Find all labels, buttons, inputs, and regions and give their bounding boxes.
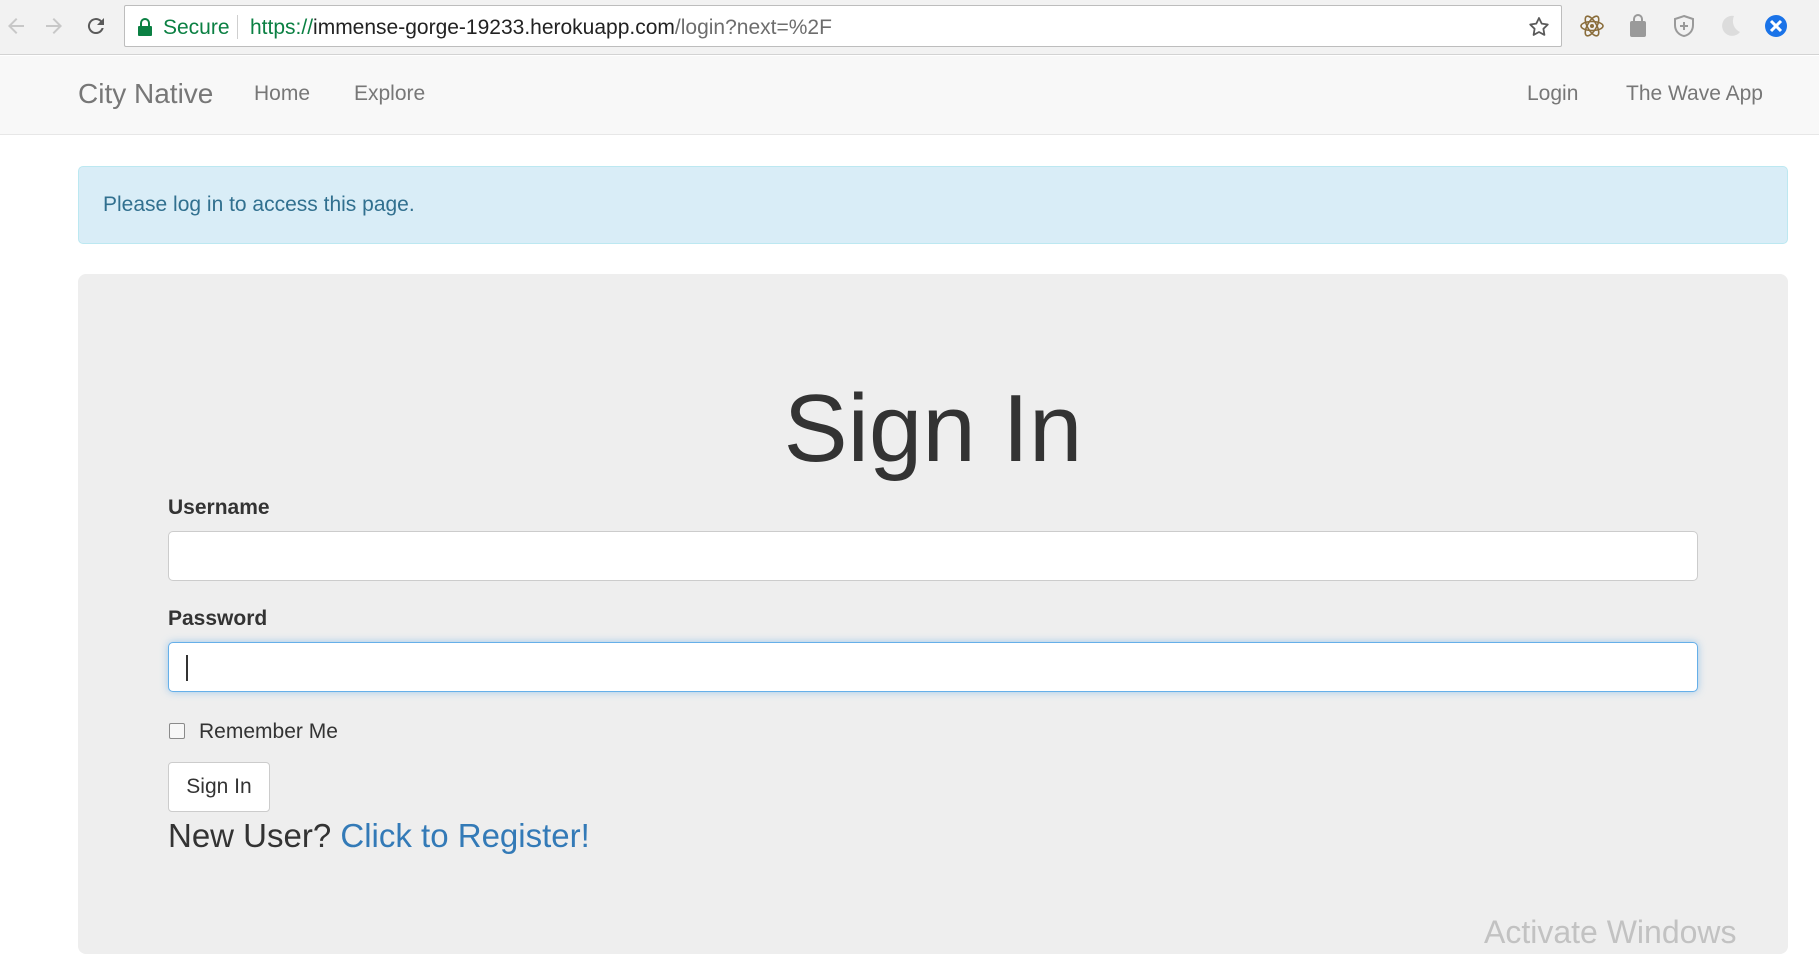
sign-in-button[interactable]: Sign In [168, 762, 270, 812]
alert-message: Please log in to access this page. [103, 193, 415, 216]
page-title: Sign In [783, 375, 1083, 482]
info-alert: Please log in to access this page. [78, 166, 1788, 244]
shopping-bag-icon[interactable] [1624, 12, 1652, 40]
site-navbar: City Native Home Explore Login The Wave … [0, 56, 1819, 135]
text-caret [186, 655, 188, 681]
password-input[interactable] [168, 642, 1698, 692]
crescent-icon[interactable] [1716, 12, 1744, 40]
password-label: Password [168, 607, 268, 630]
remember-me-checkbox[interactable] [169, 723, 185, 739]
url-host: immense-gorge-19233.herokuapp.com [313, 16, 675, 39]
shield-icon[interactable] [1670, 12, 1698, 40]
remember-me-label[interactable]: Remember Me [199, 720, 338, 744]
nav-link-home[interactable]: Home [254, 82, 310, 106]
lock-icon [138, 18, 152, 36]
secure-label: Secure [163, 16, 230, 39]
username-label: Username [168, 496, 270, 519]
browser-toolbar: Secure https://immense-gorge-19233.herok… [0, 0, 1819, 55]
reload-icon[interactable] [80, 10, 112, 42]
blue-circle-icon[interactable] [1762, 12, 1790, 40]
address-bar[interactable]: Secure https://immense-gorge-19233.herok… [124, 5, 1562, 47]
register-prompt: New User? [168, 817, 332, 854]
url-path: /login?next=%2F [674, 16, 832, 39]
sign-in-panel: Sign In Username Password Remember Me Si… [78, 274, 1788, 954]
address-separator [237, 15, 238, 39]
username-input[interactable] [168, 531, 1698, 581]
register-prompt-line: New User? Click to Register! [168, 817, 590, 855]
atom-icon[interactable] [1578, 12, 1606, 40]
nav-link-login[interactable]: Login [1527, 82, 1578, 106]
activate-windows-watermark: Activate Windows [1484, 914, 1737, 950]
url-text[interactable]: https://immense-gorge-19233.herokuapp.co… [250, 16, 832, 40]
bookmark-star-icon[interactable] [1527, 15, 1551, 39]
nav-link-wave-app[interactable]: The Wave App [1626, 82, 1763, 106]
brand-link[interactable]: City Native [78, 78, 213, 110]
forward-arrow-icon[interactable] [38, 10, 70, 42]
nav-link-explore[interactable]: Explore [354, 82, 425, 106]
url-scheme: https:// [250, 16, 314, 39]
register-link[interactable]: Click to Register! [340, 817, 589, 854]
back-arrow-icon[interactable] [0, 10, 32, 42]
